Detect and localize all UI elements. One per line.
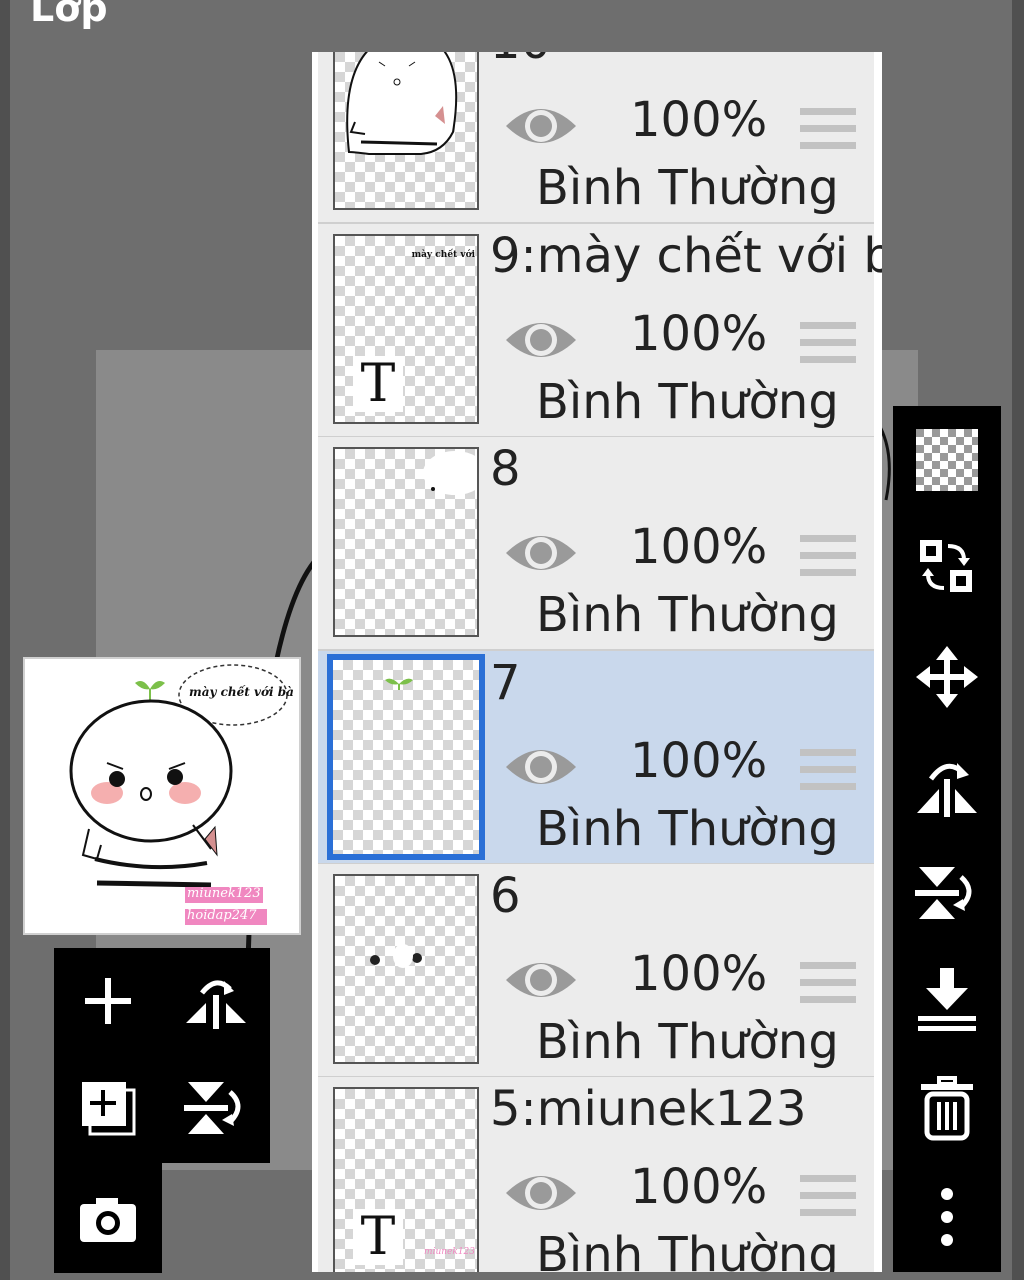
layer-thumbnail[interactable]: miunek123 T — [333, 1087, 479, 1272]
layer-opacity[interactable]: 100% — [630, 306, 767, 362]
flip-vertical-button[interactable] — [176, 1068, 256, 1148]
layer-row[interactable]: 6 100% Bình Thường — [318, 864, 874, 1079]
layer-list[interactable]: 10 100% Bình Thường mày chết với T 9:mày chết… — [312, 52, 882, 1272]
camera-icon — [80, 1198, 136, 1242]
layer-blend-mode[interactable]: Bình Thường — [536, 801, 839, 857]
canvas-preview[interactable]: mày chết với bà miunek123 hoidap247 — [23, 657, 301, 935]
merge-down-button[interactable] — [908, 962, 986, 1040]
layer-thumbnail[interactable] — [333, 52, 479, 210]
thumb-text-preview: mày chết với — [411, 250, 475, 260]
layer-blend-mode[interactable]: Bình Thường — [536, 1014, 839, 1070]
merge-down-icon — [918, 968, 976, 1031]
eye-icon[interactable] — [504, 741, 578, 793]
left-tool-panel-bottom — [54, 1163, 162, 1273]
layer-row[interactable]: mày chết với T 9:mày chết với bà 100% Bình T… — [318, 224, 882, 439]
move-icon — [916, 646, 978, 708]
left-edge — [0, 0, 10, 1280]
flip-horizontal-button[interactable] — [176, 961, 256, 1041]
drag-handle-icon[interactable] — [800, 320, 856, 366]
eye-icon[interactable] — [504, 100, 578, 152]
more-vertical-icon — [941, 1188, 953, 1246]
delete-layer-button[interactable] — [908, 1070, 986, 1148]
eye-icon[interactable] — [504, 1167, 578, 1219]
layer-opacity[interactable]: 100% — [630, 733, 767, 789]
drag-handle-icon[interactable] — [800, 106, 856, 152]
layer-row[interactable]: 10 100% Bình Thường — [318, 52, 874, 225]
preview-watermark-1: miunek123 — [187, 886, 261, 901]
flip-horizontal-right-button[interactable] — [908, 746, 986, 824]
layer-thumbnail[interactable] — [333, 447, 479, 637]
layer-name: 7 — [490, 655, 521, 711]
flip-vertical-icon — [915, 867, 972, 919]
layer-thumbnail[interactable] — [333, 874, 479, 1064]
layer-row[interactable]: miunek123 T 5:miunek123 100% Bình Thường — [318, 1077, 874, 1272]
layer-name: 9:mày chết với bà — [490, 228, 882, 284]
add-layer-button[interactable] — [68, 961, 148, 1041]
copy-layer-icon — [82, 1082, 136, 1136]
flip-horizontal-icon — [186, 980, 246, 1029]
eye-icon[interactable] — [504, 314, 578, 366]
plus-icon — [85, 978, 131, 1024]
layer-name: 10 — [490, 52, 551, 70]
right-tool-panel — [893, 406, 1001, 1272]
trash-icon — [921, 1076, 973, 1141]
more-options-button[interactable] — [908, 1178, 986, 1256]
text-layer-icon: T — [353, 356, 403, 412]
layer-opacity[interactable]: 100% — [630, 92, 767, 148]
preview-watermark-2: hoidap247 — [187, 908, 257, 923]
transparency-button[interactable] — [908, 421, 986, 499]
drag-handle-icon[interactable] — [800, 1173, 856, 1219]
layer-blend-mode[interactable]: Bình Thường — [536, 160, 839, 216]
panel-title: Lớp — [30, 0, 108, 30]
right-edge — [1012, 0, 1024, 1280]
layer-thumbnail[interactable] — [327, 654, 485, 860]
left-tool-panel — [54, 948, 270, 1163]
layer-row[interactable]: 7 100% Bình Thường — [318, 651, 874, 866]
flip-vertical-right-button[interactable] — [908, 854, 986, 932]
layer-blend-mode[interactable]: Bình Thường — [536, 587, 839, 643]
layer-thumbnail[interactable]: mày chết với T — [333, 234, 479, 424]
layer-name: 8 — [490, 441, 521, 497]
drag-handle-icon[interactable] — [800, 960, 856, 1006]
layer-blend-mode[interactable]: Bình Thường — [536, 1227, 839, 1272]
layer-name: 6 — [490, 868, 521, 924]
layer-row[interactable]: 8 100% Bình Thường — [318, 437, 874, 652]
camera-button[interactable] — [68, 1179, 148, 1259]
layer-blend-mode[interactable]: Bình Thường — [536, 374, 839, 430]
text-layer-icon: T — [353, 1209, 403, 1265]
eye-icon[interactable] — [504, 954, 578, 1006]
layer-opacity[interactable]: 100% — [630, 1159, 767, 1215]
move-button[interactable] — [908, 638, 986, 716]
app-screen: Lớp mày chết với bà miunek123 hoidap247 … — [0, 0, 1024, 1280]
layer-opacity[interactable]: 100% — [630, 946, 767, 1002]
preview-speech-text: mày chết với bà — [189, 685, 294, 699]
flip-vertical-icon — [184, 1082, 241, 1134]
checkerboard-icon — [916, 429, 978, 491]
add-copy-layer-button[interactable] — [68, 1068, 148, 1148]
thumb-text-preview: miunek123 — [424, 1247, 475, 1257]
flip-horizontal-icon — [917, 763, 977, 817]
eye-icon[interactable] — [504, 527, 578, 579]
layer-opacity[interactable]: 100% — [630, 519, 767, 575]
drag-handle-icon[interactable] — [800, 533, 856, 579]
layer-name: 5:miunek123 — [490, 1081, 807, 1137]
swap-layers-button[interactable] — [908, 528, 986, 606]
swap-icon — [920, 540, 972, 592]
drag-handle-icon[interactable] — [800, 747, 856, 793]
